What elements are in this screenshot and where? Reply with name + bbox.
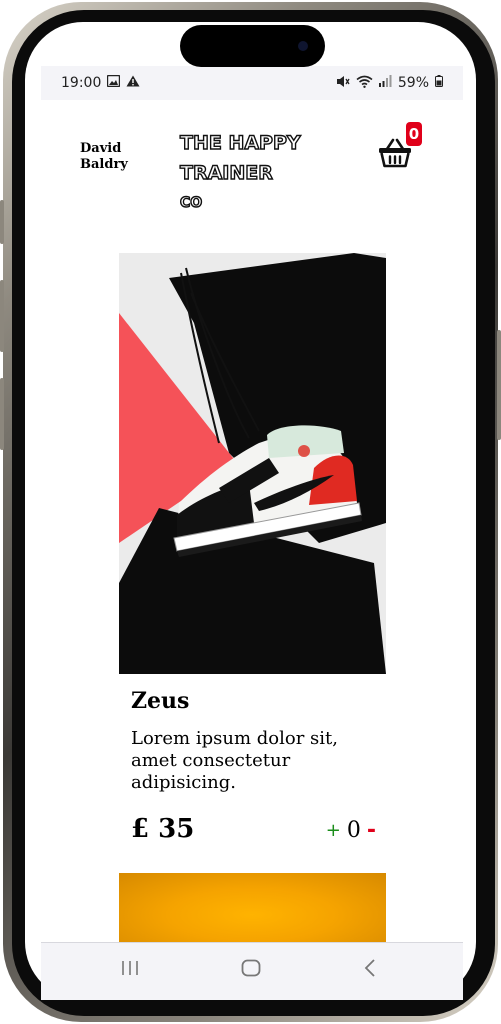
brand-line: CO xyxy=(179,194,203,211)
home-icon[interactable] xyxy=(241,959,261,981)
product-name: Zeus xyxy=(131,688,190,714)
phone-side-button xyxy=(0,200,4,244)
battery-icon xyxy=(435,75,443,91)
navigation-bar xyxy=(41,942,463,1000)
warning-icon xyxy=(126,75,140,91)
quantity-value: 0 xyxy=(346,818,361,843)
wifi-icon xyxy=(356,75,373,92)
status-time: 19:00 xyxy=(61,75,102,91)
quantity-stepper: + 0 - xyxy=(326,818,376,843)
price-row: £ 35 + 0 - xyxy=(131,812,376,848)
dynamic-island xyxy=(180,25,325,67)
next-product-image[interactable] xyxy=(119,873,386,943)
brand-logo[interactable]: THE HAPPY TRAINER CO xyxy=(179,128,320,218)
back-icon[interactable] xyxy=(364,959,376,981)
battery-percentage: 59% xyxy=(397,75,429,91)
signal-icon xyxy=(378,75,392,91)
phone-power-button xyxy=(497,330,501,440)
decrease-quantity-button[interactable]: - xyxy=(367,818,376,843)
product-image[interactable] xyxy=(119,253,386,674)
front-camera xyxy=(298,41,308,51)
cart-count-badge: 0 xyxy=(406,122,422,146)
mute-icon xyxy=(336,75,350,92)
cart-button[interactable]: 0 xyxy=(378,122,428,176)
recent-apps-icon[interactable] xyxy=(121,959,139,981)
product-price: £ 35 xyxy=(131,814,195,844)
product-description: Lorem ipsum dolor sit, amet consectetur … xyxy=(131,728,338,793)
status-bar: 19:00 59% xyxy=(41,66,463,100)
phone-side-button xyxy=(0,280,4,352)
user-name[interactable]: David Baldry xyxy=(80,141,150,173)
image-icon xyxy=(107,74,121,91)
phone-side-button xyxy=(0,378,4,450)
app-header: David Baldry THE HAPPY TRAINER CO 0 xyxy=(41,100,463,250)
brand-line: TRAINER xyxy=(179,161,273,184)
brand-line: THE HAPPY xyxy=(179,131,301,154)
increase-quantity-button[interactable]: + xyxy=(326,820,341,841)
